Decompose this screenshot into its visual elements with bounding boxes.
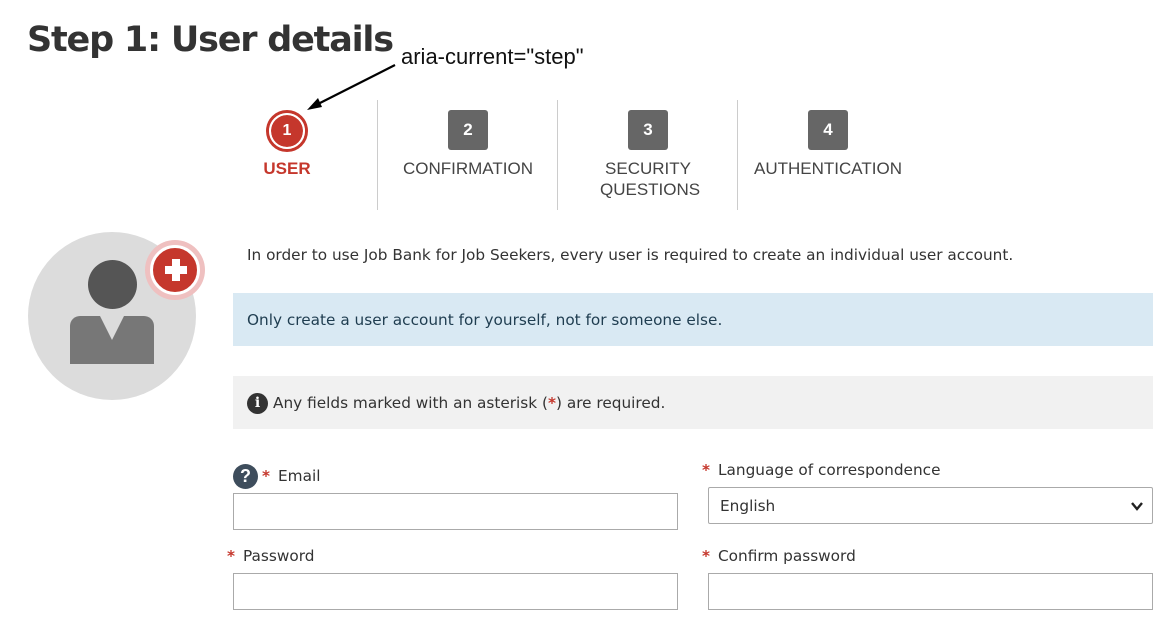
avatar-head bbox=[88, 260, 137, 309]
confirm-password-label: * Confirm password bbox=[702, 547, 856, 565]
step-label-security-questions: SECURITY QUESTIONS bbox=[600, 159, 701, 199]
step-user: 1 USER bbox=[197, 100, 377, 210]
email-help-icon[interactable]: ? bbox=[233, 464, 258, 489]
language-label: * Language of correspondence bbox=[702, 461, 941, 479]
required-fields-note: i Any fields marked with an asterisk (*)… bbox=[233, 376, 1153, 429]
language-select[interactable]: English bbox=[708, 487, 1153, 524]
step-number: 3 bbox=[628, 110, 668, 150]
step-security-questions: 3 SECURITY QUESTIONS bbox=[557, 100, 737, 210]
required-note-text: Any fields marked with an asterisk (*) a… bbox=[273, 394, 666, 412]
step-number-current: 1 bbox=[266, 110, 308, 152]
password-label: * Password bbox=[227, 547, 315, 565]
confirm-password-field[interactable] bbox=[708, 573, 1153, 610]
intro-text: In order to use Job Bank for Job Seekers… bbox=[247, 246, 1014, 264]
email-label: * Email bbox=[262, 467, 321, 485]
page-title: Step 1: User details bbox=[27, 20, 394, 60]
info-alert-text: Only create a user account for yourself,… bbox=[247, 311, 723, 329]
plus-circle-icon bbox=[145, 240, 205, 300]
password-field[interactable] bbox=[233, 573, 678, 610]
step-confirmation: 2 CONFIRMATION bbox=[377, 100, 557, 210]
step-label-authentication: AUTHENTICATION bbox=[754, 159, 902, 178]
progress-stepper: 1 USER 2 CONFIRMATION 3 SECURITY QUESTIO… bbox=[197, 100, 917, 210]
step-label-confirmation: CONFIRMATION bbox=[402, 159, 533, 178]
info-alert: Only create a user account for yourself,… bbox=[233, 293, 1153, 346]
chevron-down-icon bbox=[1131, 502, 1143, 511]
step-number: 4 bbox=[808, 110, 848, 150]
language-select-value: English bbox=[720, 497, 776, 515]
step-label-user: USER bbox=[263, 159, 311, 178]
email-field[interactable] bbox=[233, 493, 678, 530]
step-authentication: 4 AUTHENTICATION bbox=[737, 100, 917, 210]
info-icon: i bbox=[247, 393, 268, 414]
aria-current-annotation: aria-current="step" bbox=[401, 44, 584, 69]
step-number: 2 bbox=[448, 110, 488, 150]
avatar-body bbox=[70, 316, 154, 364]
